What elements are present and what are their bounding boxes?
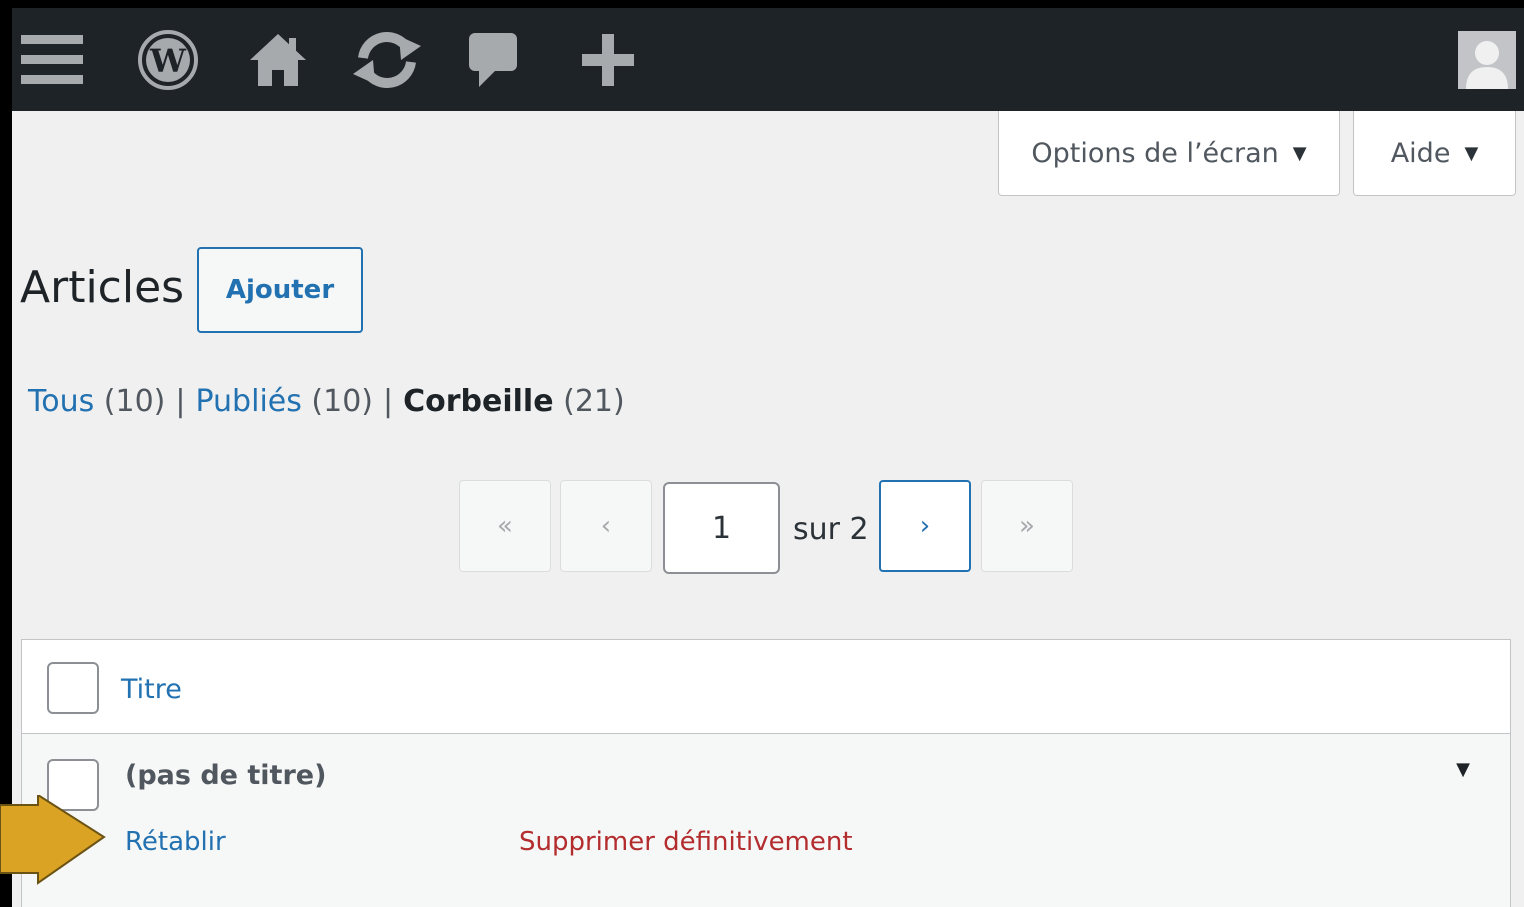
select-all-checkbox[interactable] (47, 662, 99, 714)
row-title: (pas de titre) (125, 760, 327, 791)
current-page-input[interactable] (663, 482, 780, 574)
total-pages-text: sur 2 (793, 512, 869, 547)
help-button[interactable]: Aide ▼ (1353, 111, 1516, 196)
filter-published-link[interactable]: Publiés (10) (195, 384, 373, 419)
updates-icon[interactable] (347, 8, 427, 111)
comments-icon[interactable] (462, 8, 524, 111)
toggle-row-icon[interactable]: ▼ (1456, 759, 1470, 780)
column-title-sort[interactable]: Titre (121, 674, 182, 705)
screen-options-label: Options de l’écran (1031, 137, 1279, 169)
separator: | (383, 384, 394, 419)
prev-page-button: ‹ (560, 480, 652, 572)
wordpress-logo-icon[interactable]: W (132, 8, 204, 111)
help-label: Aide (1390, 137, 1451, 169)
screen-options-button[interactable]: Options de l’écran ▼ (998, 111, 1340, 196)
chevron-down-icon: ▼ (1292, 142, 1307, 164)
posts-table: Titre (pas de titre) ▼ Rétablir Supprime… (21, 639, 1511, 907)
post-status-filter: Tous (10) | Publiés (10) | Corbeille (21) (28, 384, 625, 419)
separator: | (175, 384, 186, 419)
restore-link[interactable]: Rétablir (125, 827, 226, 857)
page-title: Articles (20, 262, 185, 313)
wp-admin-screen: W Options de l’écran ▼ Aide ▼ Articles A… (12, 8, 1524, 907)
new-content-icon[interactable] (574, 8, 642, 111)
admin-bar: W (12, 8, 1524, 111)
delete-permanently-link[interactable]: Supprimer définitivement (519, 827, 853, 857)
menu-icon[interactable] (16, 8, 88, 111)
next-page-button[interactable]: › (879, 480, 971, 572)
filter-all-link[interactable]: Tous (10) (28, 384, 165, 419)
home-icon[interactable] (242, 8, 314, 111)
chevron-down-icon: ▼ (1464, 142, 1479, 164)
last-page-button: » (981, 480, 1073, 572)
filter-trash-current: Corbeille (21) (403, 384, 625, 419)
add-new-button[interactable]: Ajouter (197, 247, 363, 333)
callout-arrow-icon (0, 795, 106, 885)
table-header: Titre (22, 640, 1510, 734)
avatar-icon[interactable] (1456, 8, 1518, 111)
first-page-button: « (459, 480, 551, 572)
svg-text:W: W (149, 42, 187, 80)
table-row: (pas de titre) ▼ Rétablir Supprimer défi… (22, 734, 1510, 907)
